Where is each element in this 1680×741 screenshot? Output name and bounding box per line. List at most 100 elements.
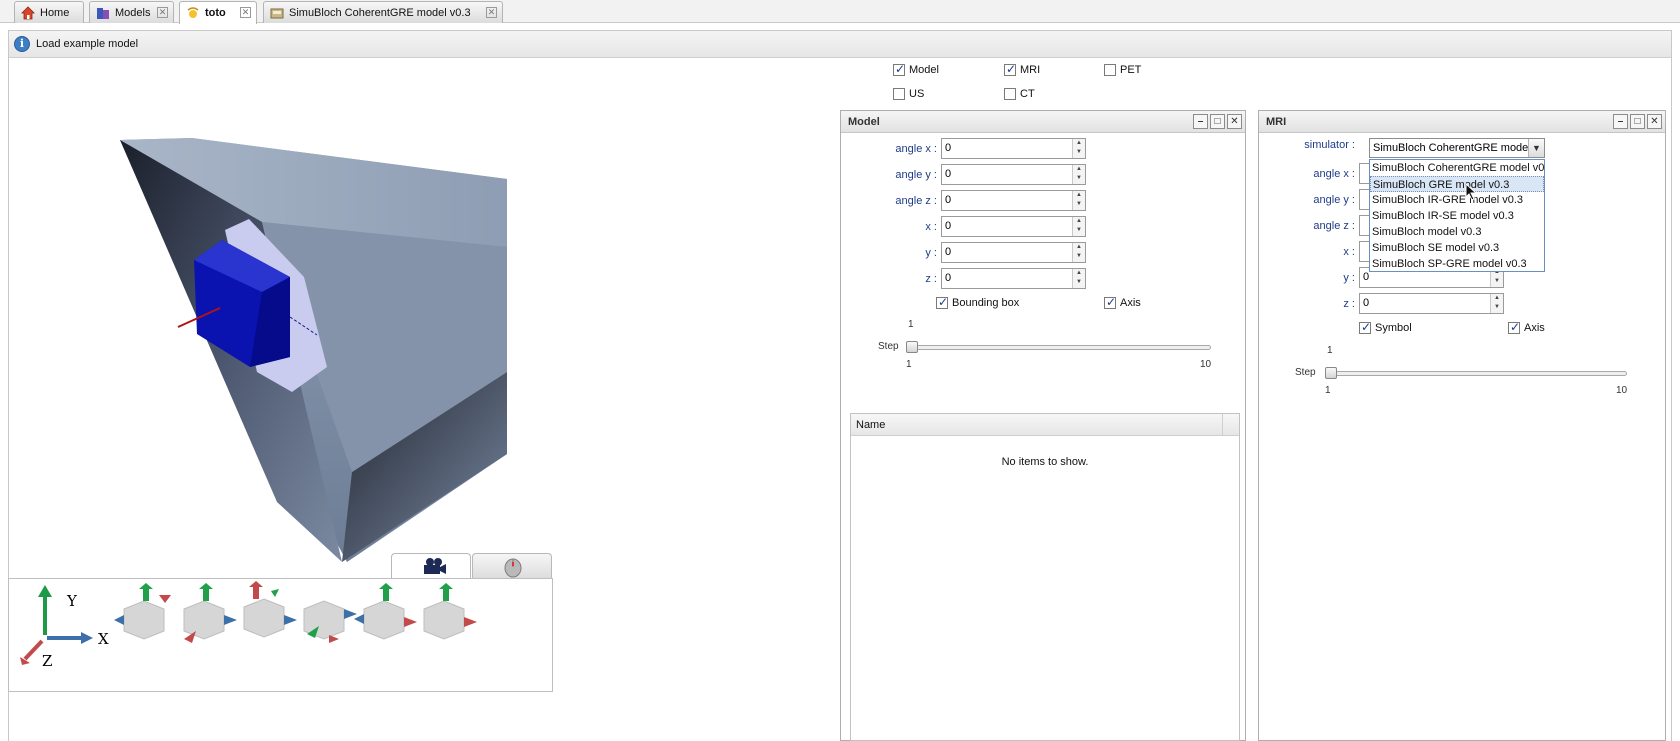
z-axis-arrow [23,639,44,661]
spinner-arrows-icon[interactable]: ▲▼ [1072,217,1085,236]
checkbox-ct[interactable]: CT [1004,88,1035,100]
close-icon[interactable]: ✕ [1647,114,1662,129]
field-label: angle z : [895,194,937,207]
step-slider-thumb[interactable] [1325,367,1337,379]
step-max: 10 [1616,385,1628,396]
checkbox-box[interactable] [936,295,948,309]
checkbox-box[interactable] [1104,64,1116,76]
view-bottom-button[interactable] [423,583,477,640]
angle-z-input[interactable]: 0 ▲ ▼ [941,190,1086,211]
field-y: y : 0 ▲ ▼ [841,242,1086,263]
checkbox-box[interactable] [1004,62,1016,76]
field-simulator: simulator : [1259,139,1359,151]
panel-title: MRI [1266,115,1287,128]
spinner-arrows-icon[interactable]: ▲▼ [1072,269,1085,288]
field-angle-z: angle z : 0 ▲ ▼ [841,190,1086,211]
input-value: 0 [945,142,952,154]
step-min: 1 [1325,385,1331,396]
spinner-arrows-icon[interactable]: ▲▼ [1490,294,1503,313]
tab-simulator[interactable]: SimuBloch CoherentGRE model v0.3 ✕ [263,1,503,23]
close-icon[interactable]: ✕ [240,7,251,18]
view-back-button[interactable] [183,583,237,643]
y-input[interactable]: 0 ▲ ▼ [941,242,1086,263]
maximize-icon[interactable]: □ [1210,114,1225,129]
step-label: Step [1295,367,1316,378]
dropdown-option[interactable]: SimuBloch model v0.3 [1370,224,1544,240]
dropdown-option[interactable]: SimuBloch SE model v0.3 [1370,240,1544,256]
input-value: 0 [1363,271,1370,283]
field-label: angle x : [1313,167,1355,180]
z-input[interactable]: 0 ▲ ▼ [941,268,1086,289]
close-icon[interactable]: ✕ [157,7,168,18]
mri-panel-header: MRI – □ ✕ [1259,111,1665,133]
maximize-icon[interactable]: □ [1630,114,1645,129]
spinner-arrows-icon[interactable]: ▲▼ [1072,243,1085,262]
dropdown-option[interactable]: SimuBloch SP-GRE model v0.3 [1370,256,1544,272]
tab-home[interactable]: Home [14,1,84,23]
dropdown-option[interactable]: SimuBloch CoherentGRE model v0.3 [1370,160,1544,176]
angle-y-input[interactable]: 0 ▲ ▼ [941,164,1086,185]
checkbox-box[interactable] [1004,88,1016,100]
dropdown-option[interactable]: SimuBloch GRE model v0.3 [1370,176,1544,192]
checkbox-box[interactable] [893,62,905,76]
spinner-arrows-icon[interactable]: ▲▼ [1072,191,1085,210]
column-name[interactable]: Name [856,419,885,431]
minimize-icon[interactable]: – [1193,114,1208,129]
tab-models[interactable]: Models ✕ [89,1,174,23]
checkbox-axis[interactable]: Axis [1104,295,1141,309]
checkbox-box[interactable] [1508,320,1520,334]
toolbar: i Load example model [9,31,1671,58]
tab-camera[interactable] [391,553,471,578]
tab-mouse[interactable] [472,553,552,578]
info-icon[interactable]: i [14,36,30,52]
checkbox-mri[interactable]: MRI [1004,62,1040,76]
close-icon[interactable]: ✕ [486,7,497,18]
spinner-arrows-icon[interactable]: ▲▼ [1072,139,1085,158]
checkbox-box[interactable] [893,88,905,100]
dropdown-option[interactable]: SimuBloch IR-GRE model v0.3 [1370,192,1544,208]
view-top-button[interactable] [354,583,417,640]
checkbox-bounding-box[interactable]: Bounding box [936,295,1019,309]
z-input[interactable]: 0 ▲ ▼ [1359,293,1504,314]
checkbox-pet[interactable]: PET [1104,64,1141,76]
x-input[interactable]: 0 ▲ ▼ [941,216,1086,237]
simulator-select[interactable]: SimuBloch CoherentGRE model v0.3 ▼ [1369,138,1545,158]
angle-x-input[interactable]: 0 ▲ ▼ [941,138,1086,159]
select-value: SimuBloch CoherentGRE model v0.3 [1373,142,1545,154]
tab-toto[interactable]: toto ✕ [179,1,257,24]
checkbox-axis[interactable]: Axis [1508,320,1545,334]
step-slider-thumb[interactable] [906,341,918,353]
minimize-icon[interactable]: – [1613,114,1628,129]
checkbox-box[interactable] [1104,295,1116,309]
chevron-down-icon[interactable]: ▼ [1528,139,1544,157]
close-icon[interactable]: ✕ [1227,114,1242,129]
field-z: z : 0 ▲ ▼ [1259,293,1504,314]
checkbox-us[interactable]: US [893,88,924,100]
spinner-arrows-icon[interactable]: ▲▼ [1072,165,1085,184]
step-slider[interactable] [906,345,1211,350]
input-value: 0 [945,246,952,258]
checkbox-model[interactable]: Model [893,62,939,76]
checkbox-box[interactable] [1359,320,1371,334]
view-left-button[interactable] [243,581,297,638]
view-right-button[interactable] [303,600,357,643]
view-front-button[interactable] [114,583,171,640]
field-label: x : [925,220,937,233]
dropdown-option[interactable]: SimuBloch IR-SE model v0.3 [1370,208,1544,224]
axes-gizmo: Y X Z [20,581,477,670]
input-value: 0 [945,194,952,206]
tab-label: toto [205,7,226,19]
field-angle-y: angle y : 0 ▲ ▼ [841,164,1086,185]
step-min: 1 [906,359,912,370]
field-z: z : 0 ▲ ▼ [841,268,1086,289]
checkbox-symbol[interactable]: Symbol [1359,320,1412,334]
step-value: 1 [1327,345,1333,356]
checkbox-label: CT [1020,88,1035,100]
checkbox-label: PET [1120,64,1142,76]
field-label: y : [925,246,937,259]
load-example-model-button[interactable]: Load example model [36,38,138,50]
scene-icon [186,6,200,20]
3d-viewport[interactable] [12,72,672,562]
step-slider[interactable] [1325,371,1627,376]
input-value: 0 [945,168,952,180]
